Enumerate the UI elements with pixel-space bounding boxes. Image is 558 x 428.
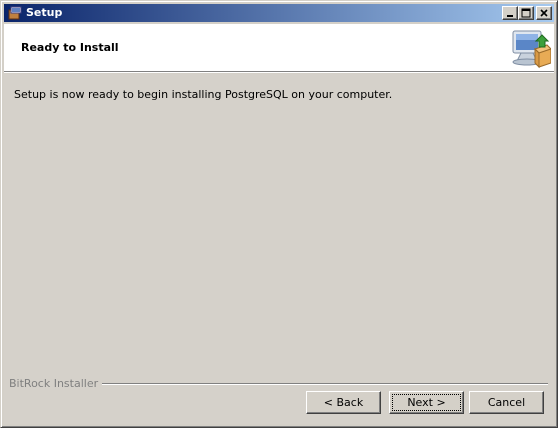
cancel-button[interactable]: Cancel bbox=[469, 391, 544, 414]
minimize-button[interactable] bbox=[502, 6, 518, 20]
close-button[interactable] bbox=[536, 6, 552, 20]
back-button[interactable]: < Back bbox=[306, 391, 381, 414]
content-area: Setup is now ready to begin installing P… bbox=[4, 74, 554, 424]
window-title: Setup bbox=[26, 6, 63, 19]
status-message: Setup is now ready to begin installing P… bbox=[14, 88, 393, 101]
close-icon bbox=[540, 9, 548, 17]
title-bar[interactable]: Setup bbox=[4, 4, 554, 22]
brand-label: BitRock Installer bbox=[9, 377, 99, 390]
installer-box-icon[interactable] bbox=[7, 5, 23, 21]
maximize-icon bbox=[521, 8, 531, 18]
minimize-icon bbox=[507, 15, 513, 17]
setup-window: Setup Ready to Install Setup is now read… bbox=[0, 0, 558, 428]
maximize-button[interactable] bbox=[518, 6, 534, 20]
page-title: Ready to Install bbox=[21, 41, 119, 54]
footer-separator bbox=[102, 383, 548, 385]
next-button[interactable]: Next > bbox=[389, 391, 464, 414]
computer-package-icon bbox=[507, 27, 552, 69]
header-separator bbox=[4, 71, 554, 73]
page-header: Ready to Install bbox=[4, 24, 554, 71]
